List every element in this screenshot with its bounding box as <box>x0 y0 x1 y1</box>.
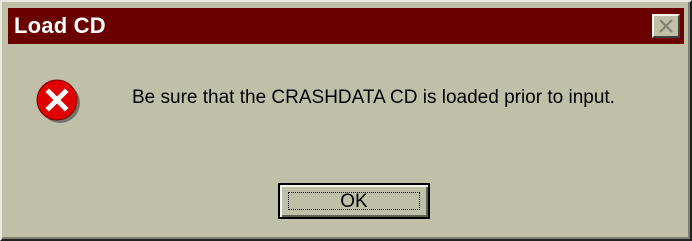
error-icon <box>36 79 80 123</box>
ok-button[interactable]: OK <box>278 183 430 219</box>
close-icon <box>659 19 673 33</box>
title-bar[interactable]: Load CD <box>8 8 684 44</box>
window-title: Load CD <box>14 13 106 38</box>
close-button[interactable] <box>652 14 680 38</box>
message-text: Be sure that the CRASHDATA CD is loaded … <box>132 87 615 108</box>
ok-button-label: OK <box>340 191 368 212</box>
dialog-window: Load CD Be sure that the CRASHDATA CD is… <box>0 0 692 241</box>
